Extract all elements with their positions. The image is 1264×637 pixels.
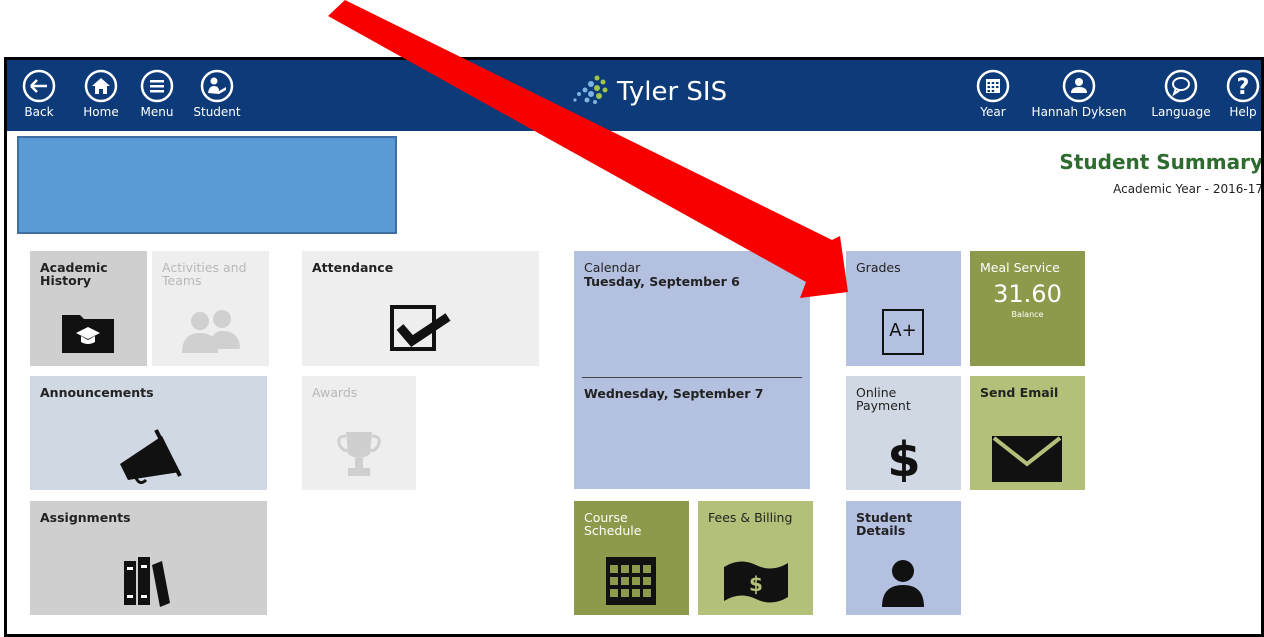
- meal-balance-label: Balance: [1011, 310, 1044, 319]
- tile-label: Grades: [856, 260, 901, 275]
- tile-announcements[interactable]: Announcements: [30, 376, 267, 490]
- top-navigation-bar: Back Home Menu Student Tyler SIS Year Ha…: [7, 60, 1261, 131]
- brand-name: Tyler SIS: [617, 77, 728, 107]
- calendar-day-2: Wednesday, September 7: [584, 386, 764, 401]
- tile-label: Student Details: [856, 510, 913, 538]
- tile-label: Course Schedule: [584, 510, 642, 538]
- back-button[interactable]: Back: [9, 69, 69, 131]
- envelope-icon: [992, 436, 1062, 482]
- tile-meal-service[interactable]: Meal Service 31.60 Balance: [970, 251, 1085, 366]
- tile-assignments[interactable]: Assignments: [30, 501, 267, 615]
- tile-awards[interactable]: Awards: [302, 376, 416, 490]
- brand: Tyler SIS: [567, 72, 727, 112]
- tile-label: Attendance: [312, 260, 394, 275]
- tile-fees-billing[interactable]: Fees & Billing $: [698, 501, 813, 615]
- tile-grades[interactable]: Grades A+: [846, 251, 961, 366]
- meal-balance-value: 31.60: [993, 280, 1062, 308]
- tile-label: Fees & Billing: [708, 510, 793, 525]
- people-icon: [182, 310, 240, 353]
- help-button[interactable]: ? Help: [1213, 69, 1261, 131]
- tile-label: Activities and Teams: [162, 260, 247, 288]
- tile-course-schedule[interactable]: Course Schedule: [574, 501, 689, 615]
- app-frame: Back Home Menu Student Tyler SIS Year Ha…: [4, 57, 1264, 637]
- tile-online-payment[interactable]: Online Payment $: [846, 376, 961, 490]
- academic-year: Academic Year - 2016-17: [1113, 182, 1263, 196]
- megaphone-icon: [120, 429, 182, 484]
- menu-label: Menu: [140, 105, 174, 119]
- tile-label: Calendar: [584, 260, 641, 275]
- home-button[interactable]: Home: [71, 69, 131, 131]
- speech-bubble-icon: [1164, 69, 1198, 103]
- grade-paper-icon: A+: [882, 309, 924, 355]
- tile-attendance[interactable]: Attendance: [302, 251, 539, 366]
- tile-academic-history[interactable]: Academic History: [30, 251, 147, 366]
- back-arrow-icon: [22, 69, 56, 103]
- tile-label: Announcements: [40, 385, 154, 400]
- student-icon: [200, 69, 234, 103]
- tile-student-details[interactable]: Student Details: [846, 501, 961, 615]
- year-button[interactable]: Year: [963, 69, 1023, 131]
- student-photo-placeholder: [17, 136, 397, 234]
- home-icon: [84, 69, 118, 103]
- tile-label: Assignments: [40, 510, 131, 525]
- help-icon: ?: [1226, 69, 1260, 103]
- svg-text:$: $: [887, 432, 920, 482]
- menu-button[interactable]: Menu: [127, 69, 187, 131]
- user-icon: [1062, 69, 1096, 103]
- user-button[interactable]: Hannah Dyksen: [1029, 69, 1129, 131]
- tile-label: Online Payment: [856, 385, 911, 413]
- trophy-icon: [337, 432, 381, 476]
- books-icon: [124, 557, 170, 607]
- year-label: Year: [980, 105, 1006, 119]
- schedule-grid-icon: [606, 557, 656, 605]
- student-button[interactable]: Student: [187, 69, 247, 131]
- page-title: Student Summary: [1059, 150, 1263, 174]
- calendar-icon: [976, 69, 1010, 103]
- tile-send-email[interactable]: Send Email: [970, 376, 1085, 490]
- tile-label: Meal Service: [980, 260, 1060, 275]
- tyler-logo-icon: [573, 75, 608, 104]
- tile-label: Academic History: [40, 260, 108, 288]
- tile-label: Send Email: [980, 385, 1059, 400]
- user-label: Hannah Dyksen: [1031, 105, 1127, 119]
- tile-activities-and-teams[interactable]: Activities and Teams: [152, 251, 269, 366]
- svg-text:?: ?: [1237, 75, 1250, 100]
- list-icon: [140, 69, 174, 103]
- checkbox-check-icon: [390, 305, 451, 351]
- student-label: Student: [193, 105, 241, 119]
- person-icon: [882, 560, 924, 607]
- back-label: Back: [24, 105, 54, 119]
- help-label: Help: [1229, 105, 1257, 119]
- language-button[interactable]: Language: [1151, 69, 1211, 131]
- dollar-icon: $: [887, 432, 920, 482]
- language-label: Language: [1151, 105, 1211, 119]
- home-label: Home: [83, 105, 119, 119]
- calendar-divider: [582, 377, 802, 378]
- svg-text:$: $: [749, 572, 763, 596]
- graduation-folder-icon: [62, 315, 114, 353]
- calendar-day-1: Tuesday, September 6: [584, 274, 740, 289]
- money-bill-icon: $: [724, 561, 788, 603]
- tile-label: Awards: [312, 385, 358, 400]
- tile-calendar[interactable]: Calendar Tuesday, September 6 Wednesday,…: [574, 251, 810, 489]
